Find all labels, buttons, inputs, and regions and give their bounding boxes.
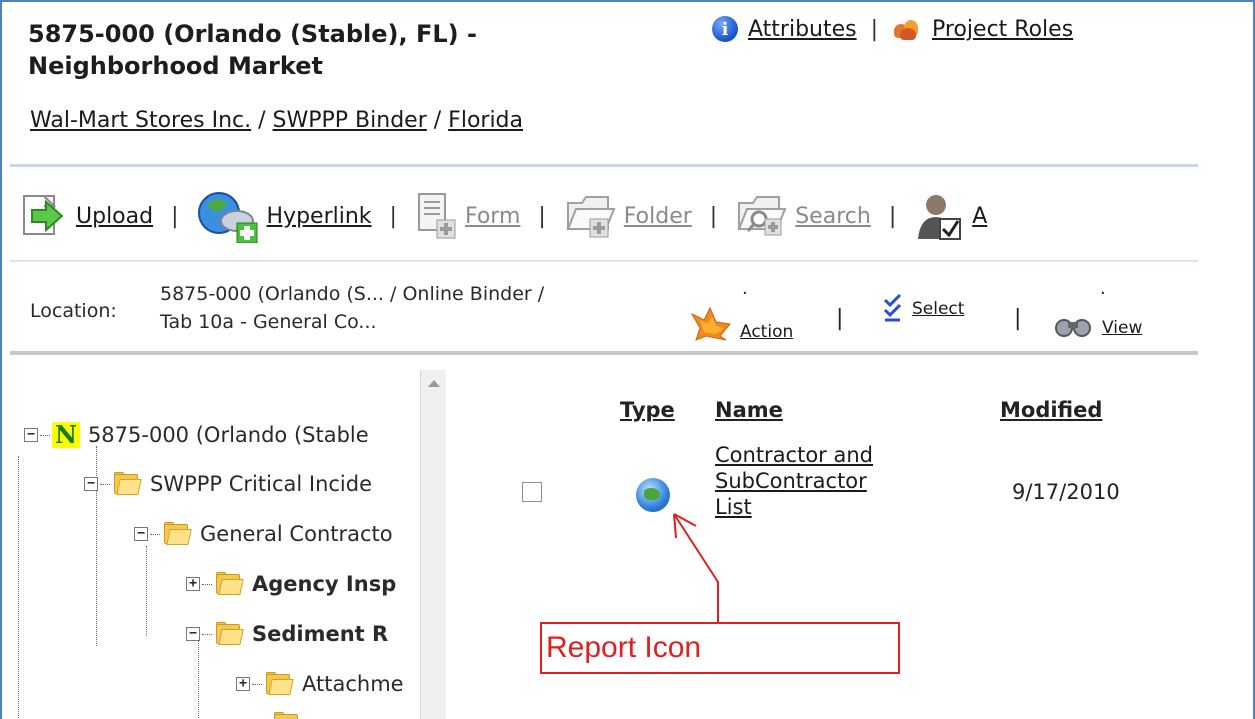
scroll-up-arrow-icon[interactable] [427,380,440,387]
file-name-line2[interactable]: SubContractor [715,468,873,494]
tree-item-label[interactable]: Sediment R [252,622,388,646]
tree-item-swppp-critical[interactable]: − SWPPP Critical Incide [84,472,372,496]
form-label[interactable]: Form [465,204,520,229]
column-header-name[interactable]: Name [715,398,783,422]
folder-icon [162,522,192,546]
hyperlink-globe-icon [197,192,258,243]
breadcrumb-separator: / [426,108,449,133]
tree-item-label[interactable]: SWPPP Critical Incide [150,472,372,496]
breadcrumb: Wal-Mart Stores Inc. / SWPPP Binder / Fl… [30,108,523,133]
breadcrumb-separator: / [251,108,273,133]
tree-item-label[interactable]: Agency Insp [252,572,396,596]
folder-icon [214,572,244,596]
tree-guide [146,546,147,636]
expand-toggle[interactable]: + [236,677,250,691]
select-button[interactable]: Select [882,294,964,324]
collapse-toggle[interactable]: − [186,627,200,641]
action-dot: . [742,278,748,299]
view-label[interactable]: View [1102,318,1142,338]
tree-item-general-contractor[interactable]: − General Contracto [134,522,393,546]
tree-item-agency-inspection[interactable]: + Agency Insp [186,572,396,596]
folder-icon [112,472,142,496]
project-roles-link[interactable]: Project Roles [932,17,1073,42]
search-button[interactable]: Search [735,193,871,239]
file-name-line1[interactable]: Contractor and [715,442,873,468]
location-path: 5875-000 (Orlando (S... / Online Binder … [160,280,660,336]
folder-button[interactable]: Folder [564,193,692,239]
approve-button[interactable]: A [914,191,987,241]
toolbar-separator: | [389,203,397,229]
collapse-toggle[interactable]: − [84,477,98,491]
info-icon[interactable]: i [712,16,738,42]
tree-item-label[interactable]: General Contracto [200,522,393,546]
form-button[interactable]: Form [415,192,520,240]
form-icon [417,193,456,239]
select-label[interactable]: Select [912,299,964,319]
select-check-icon [883,294,902,322]
approve-user-icon [918,195,962,240]
tree-item-label[interactable]: Attachme [302,672,404,696]
upload-icon [23,195,64,235]
tree-item-partial [236,712,310,719]
location-path-line1: 5875-000 (Orlando (S... / Online Binder … [160,283,545,305]
divider [10,260,1198,262]
hyperlink-button[interactable]: Hyperlink [197,189,372,243]
action-button[interactable]: Action [690,306,793,342]
tree-guide [198,640,199,719]
tree-item-attachments[interactable]: + Attachme [236,672,404,696]
toolbar: Upload | Hyperlink | Form | Folder | Sea… [18,188,987,244]
upload-label[interactable]: Upload [76,204,153,229]
folder-icon [264,672,294,696]
view-dot: . [1100,278,1106,299]
search-folder-icon [737,196,787,236]
header-separator: | [870,16,879,42]
action-label[interactable]: Action [740,322,793,342]
folder-label[interactable]: Folder [624,204,692,229]
location-label: Location: [30,300,117,322]
tree-item-root[interactable]: − N 5875-000 (Orlando (Stable [24,422,369,448]
binoculars-icon [1055,319,1091,337]
breadcrumb-item-florida[interactable]: Florida [448,108,523,133]
project-n-icon: N [52,422,80,448]
expand-toggle[interactable]: + [186,577,200,591]
toolbar-separator: | [538,203,546,229]
collapse-toggle[interactable]: − [24,428,38,442]
action-icon [690,306,731,341]
location-path-line2: Tab 10a - General Co... [160,311,377,333]
divider [10,164,1198,167]
tree-guide [18,456,19,719]
folder-icon [272,712,302,719]
page-title: 5875-000 (Orlando (Stable), FL) - Neighb… [28,20,477,80]
toolbar-separator: | [171,203,179,229]
view-button[interactable]: View [1052,314,1142,338]
location-separator: | [836,306,844,331]
collapse-toggle[interactable]: − [134,527,148,541]
upload-button[interactable]: Upload [18,194,153,238]
folder-tree: − N 5875-000 (Orlando (Stable − SWPPP Cr… [10,370,446,719]
location-separator: | [1014,306,1022,331]
divider [10,351,1198,355]
report-icon-callout: Report Icon [540,622,900,674]
toolbar-separator: | [709,203,718,229]
tree-scrollbar[interactable] [420,370,446,719]
project-roles-icon[interactable] [892,18,922,40]
row-checkbox[interactable] [522,482,542,502]
toolbar-separator: | [888,203,897,229]
attributes-link[interactable]: Attributes [748,17,857,42]
breadcrumb-item-swppp-binder[interactable]: SWPPP Binder [273,108,427,133]
header-links: i Attributes | Project Roles [712,16,1073,42]
annotation-arrow [673,513,719,624]
column-header-type[interactable]: Type [620,398,675,422]
folder-icon [214,622,244,646]
file-modified-date: 9/17/2010 [1012,480,1120,504]
search-label[interactable]: Search [795,204,871,229]
hyperlink-label[interactable]: Hyperlink [267,204,372,229]
breadcrumb-item-walmart[interactable]: Wal-Mart Stores Inc. [30,108,251,133]
folder-add-icon [566,196,616,238]
tree-item-sediment[interactable]: − Sediment R [186,622,388,646]
column-header-modified[interactable]: Modified [1000,398,1102,422]
tree-item-label[interactable]: 5875-000 (Orlando (Stable [88,423,369,447]
approve-label[interactable]: A [972,204,987,229]
